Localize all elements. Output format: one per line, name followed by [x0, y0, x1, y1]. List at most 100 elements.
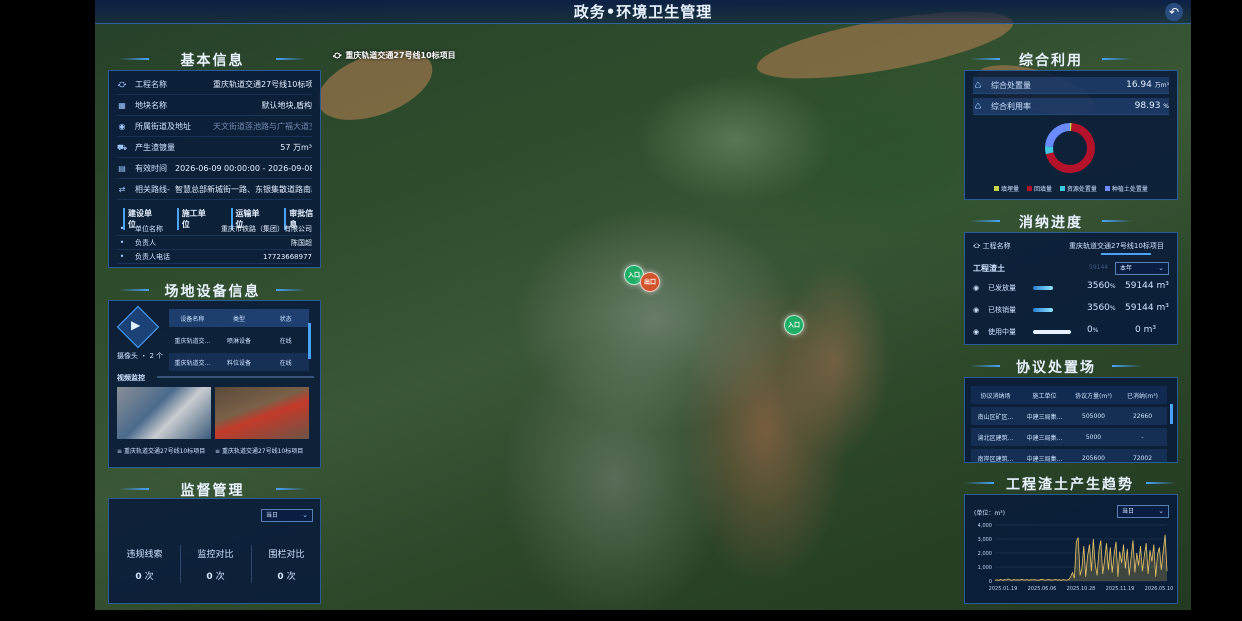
truck-icon: ⛟ — [117, 142, 128, 152]
crane-icon: ⛮ — [117, 79, 127, 89]
table-header: 协议消纳场 施工单位 协议方量(m³) 已消纳(m³) — [971, 386, 1167, 404]
consumption-title: 消纳进度 — [970, 212, 1096, 232]
table-row[interactable]: 渝北区建筑... 中建三局集... 5000 - — [971, 428, 1167, 446]
chevron-down-icon: ⌄ — [1158, 507, 1164, 515]
calendar-icon: ▤ — [118, 164, 126, 173]
y-tick-label: 2,000 — [978, 551, 992, 557]
trend-panel: (单位：m³) 当日 ⌄ 0 1,000 2,000 3,000 4,000 2025.01… — [964, 494, 1178, 604]
page-title: 政务•环境卫生管理 — [573, 3, 713, 21]
legend-item: 填埋量 — [994, 184, 1019, 193]
progress-bar — [1033, 330, 1071, 334]
video-title: 视频监控 — [117, 374, 145, 382]
chevron-down-icon: ⌄ — [302, 511, 308, 519]
progress-bar — [1033, 286, 1053, 290]
grid-icon: ▦ — [118, 101, 126, 110]
trend-chart: 0 1,000 2,000 3,000 4,000 2025.01.19 2025.06.0… — [978, 523, 1174, 592]
back-arrow-icon[interactable]: ↶ — [1165, 3, 1183, 21]
donut-legend: 填埋量 回填量 资源处置量 种植土处置量 — [965, 184, 1177, 193]
legend-item: 资源处置量 — [1060, 184, 1097, 193]
camera-count: 摄像头 ・ 2 个 — [117, 352, 164, 360]
trend-unit: (单位：m³) — [974, 510, 1005, 517]
chevron-down-icon: ⌄ — [1158, 264, 1164, 272]
equipment-table: 设备名称 类型 状态 重庆轨道交... 喷淋设备 在线 重庆轨道交... 料位设… — [169, 309, 309, 371]
legend-item: 种植土处置量 — [1104, 184, 1148, 193]
utilization-panel: ♺ 综合处置量 16.94 万m³ ♺ 综合利用率 98.93 % 填埋量 回填量 资源… — [964, 70, 1178, 200]
info-row: ▦ 地块名称 默认地块,盾构 — [117, 96, 312, 116]
scrollbar[interactable] — [308, 323, 311, 359]
consumption-panel: ⛮ 工程名称 重庆轨道交通27号线10标项目 工程渣土 59144 本年 ⌄ ◉ … — [964, 232, 1178, 345]
progress-row: ◉ 已发放量 — [973, 284, 1017, 292]
recycle-icon: ♺ — [974, 101, 982, 111]
stat-value: 0 次 — [277, 572, 296, 582]
y-tick-label: 0 — [989, 579, 992, 585]
scrollbar[interactable] — [1170, 404, 1173, 424]
location-icon: ◉ — [118, 122, 126, 131]
radio-icon: ◉ — [973, 306, 980, 314]
recycle-icon: ♺ — [974, 80, 982, 90]
detail-row: • 负责人电话 17723668977 — [117, 250, 312, 264]
agreement-title: 协议处置场 — [970, 357, 1106, 377]
supervision-title: 监督管理 — [119, 480, 270, 500]
table-row[interactable]: 南山区矿区... 中建三局集... 505000 22660 — [971, 407, 1167, 425]
map-project-label[interactable]: ⛮ 重庆轨道交通27号线10标项目 — [333, 50, 456, 61]
table-row[interactable]: 重庆轨道交... 料位设备 在线 — [169, 353, 309, 371]
utilization-donut — [1045, 123, 1095, 173]
detail-row: • 单位名称 重庆市铁路（集团）有限公司 — [117, 222, 312, 236]
x-tick-label: 2025.01.19 — [989, 586, 1018, 592]
year-dropdown[interactable]: 本年 ⌄ — [1115, 262, 1169, 275]
basic-info-title: 基本信息 — [119, 50, 270, 70]
crane-icon: ⛮ — [973, 242, 981, 250]
stat-label: 监控对比 — [197, 550, 234, 560]
stat-value: 0 次 — [135, 572, 154, 582]
x-tick-label: 2025.10.28 — [1067, 586, 1096, 592]
video-caption: ≡ 重庆轨道交通27号线10标项目 — [215, 448, 304, 455]
period-dropdown[interactable]: 当日 ⌄ — [261, 509, 313, 522]
y-tick-label: 3,000 — [978, 537, 992, 543]
info-row: ◉所属街道及地址天文街道莲池路与广福大道交汇处/ — [117, 117, 312, 137]
radio-icon: ◉ — [973, 284, 980, 292]
x-tick-label: 2026.05.10 — [1145, 586, 1174, 592]
equipment-panel: ▶ 摄像头 ・ 2 个 设备名称 类型 状态 重庆轨道交... 喷淋设备 在线 … — [108, 300, 321, 468]
util-row: ♺ 综合利用率 98.93 % — [973, 98, 1169, 115]
x-tick-label: 2025.11.19 — [1106, 586, 1135, 592]
video-caption: ≡ 重庆轨道交通27号线10标项目 — [117, 448, 206, 455]
info-row: ⛟ 产生渣镀量 57 万m³ — [117, 138, 312, 158]
y-tick-label: 1,000 — [978, 565, 992, 571]
map-marker-exit[interactable]: 出口 — [640, 272, 660, 292]
util-row: ♺ 综合处置量 16.94 万m³ — [973, 77, 1169, 94]
utilization-title: 综合利用 — [970, 50, 1096, 70]
legend-item: 回填量 — [1027, 184, 1052, 193]
video-scrollbar[interactable] — [157, 376, 314, 378]
y-tick-label: 4,000 — [978, 523, 992, 529]
basic-info-panel: ⛮ 工程名称 重庆轨道交通27号线10标项目 ▦ 地块名称 默认地块,盾构 ◉ 所属街道及… — [108, 70, 321, 268]
map-marker-entry[interactable]: 入口 — [784, 315, 804, 335]
route-icon: ⇄ — [118, 185, 126, 194]
trend-title: 工程渣土产生趋势 — [964, 474, 1140, 494]
info-row: ⇄ 相关路线- 智慧总部新城街一路、东银集散道路南段... — [117, 180, 312, 200]
trend-period-dropdown[interactable]: 当日 ⌄ — [1117, 505, 1169, 518]
stat-label: 违规线索 — [126, 550, 163, 560]
table-header: 设备名称 类型 状态 — [169, 309, 309, 327]
progress-row: ◉ 已核销量 — [973, 306, 1017, 314]
top-header: 政务•环境卫生管理 ↶ — [95, 0, 1191, 24]
video-thumbnail[interactable] — [215, 387, 309, 439]
equipment-title: 场地设备信息 — [119, 281, 270, 301]
donut-slice — [1045, 123, 1071, 148]
donut-slice — [1045, 146, 1054, 155]
stat-label: 围栏对比 — [268, 550, 305, 560]
agreement-table: 协议消纳场 施工单位 协议方量(m³) 已消纳(m³) 南山区矿区... 中建三… — [971, 386, 1167, 462]
consumption-project: 重庆轨道交通27号线10标项目 — [1069, 242, 1164, 250]
radio-icon: ◉ — [973, 328, 980, 336]
info-row: ⛮ 工程名称 重庆轨道交通27号线10标项目 — [117, 75, 312, 95]
stat-value: 0 次 — [206, 572, 225, 582]
table-row[interactable]: 重庆轨道交... 喷淋设备 在线 — [169, 331, 309, 349]
progress-bar — [1033, 308, 1053, 312]
detail-row: • 负责人 陈国超 — [117, 236, 312, 250]
supervision-panel: 当日 ⌄ 违规线索 监控对比 围栏对比 0 次 0 次 0 次 — [108, 498, 321, 604]
agreement-panel: 协议消纳场 施工单位 协议方量(m³) 已消纳(m³) 南山区矿区... 中建三… — [964, 377, 1178, 463]
app-window: 政务•环境卫生管理 ↶ ⛮ 重庆轨道交通27号线10标项目 入口 出口 入口 基… — [95, 0, 1191, 610]
progress-row: ◉ 使用中量 — [973, 328, 1017, 336]
table-row[interactable]: 南岸区建筑... 中建三局集... 205600 72002 — [971, 449, 1167, 462]
x-tick-label: 2025.06.06 — [1028, 586, 1057, 592]
video-thumbnail[interactable] — [117, 387, 211, 439]
